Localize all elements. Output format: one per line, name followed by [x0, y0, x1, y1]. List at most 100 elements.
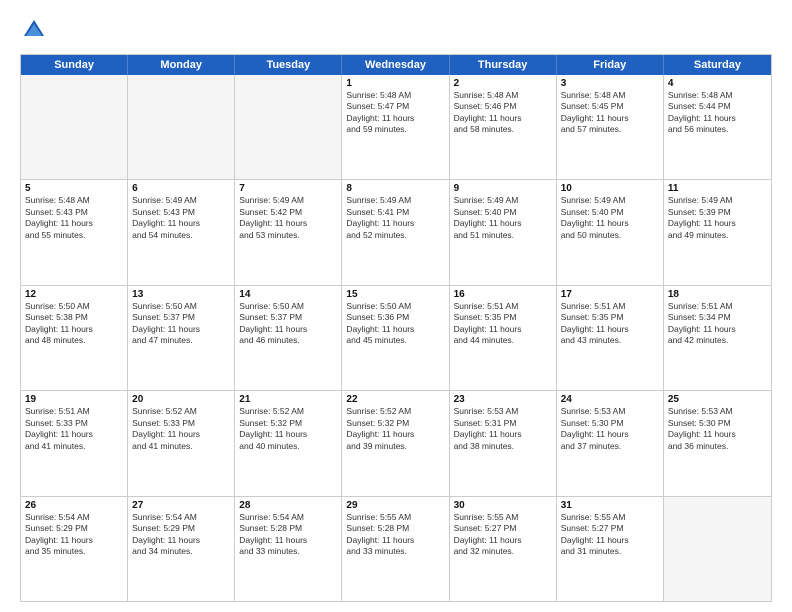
header: [20, 16, 772, 44]
day-number: 11: [668, 183, 767, 194]
day-details: Sunrise: 5:50 AM Sunset: 5:38 PM Dayligh…: [25, 301, 123, 347]
calendar-day-3: 3Sunrise: 5:48 AM Sunset: 5:45 PM Daylig…: [557, 75, 664, 179]
day-details: Sunrise: 5:48 AM Sunset: 5:46 PM Dayligh…: [454, 90, 552, 136]
day-number: 24: [561, 394, 659, 405]
calendar-day-5: 5Sunrise: 5:48 AM Sunset: 5:43 PM Daylig…: [21, 180, 128, 284]
calendar-day-25: 25Sunrise: 5:53 AM Sunset: 5:30 PM Dayli…: [664, 391, 771, 495]
calendar-cell-empty: [664, 497, 771, 601]
day-number: 27: [132, 500, 230, 511]
calendar-day-12: 12Sunrise: 5:50 AM Sunset: 5:38 PM Dayli…: [21, 286, 128, 390]
calendar-day-9: 9Sunrise: 5:49 AM Sunset: 5:40 PM Daylig…: [450, 180, 557, 284]
day-number: 1: [346, 78, 444, 89]
calendar-day-17: 17Sunrise: 5:51 AM Sunset: 5:35 PM Dayli…: [557, 286, 664, 390]
day-details: Sunrise: 5:51 AM Sunset: 5:34 PM Dayligh…: [668, 301, 767, 347]
day-details: Sunrise: 5:54 AM Sunset: 5:28 PM Dayligh…: [239, 512, 337, 558]
day-details: Sunrise: 5:55 AM Sunset: 5:27 PM Dayligh…: [454, 512, 552, 558]
day-number: 21: [239, 394, 337, 405]
day-details: Sunrise: 5:48 AM Sunset: 5:45 PM Dayligh…: [561, 90, 659, 136]
day-details: Sunrise: 5:51 AM Sunset: 5:35 PM Dayligh…: [454, 301, 552, 347]
calendar-day-19: 19Sunrise: 5:51 AM Sunset: 5:33 PM Dayli…: [21, 391, 128, 495]
calendar-day-7: 7Sunrise: 5:49 AM Sunset: 5:42 PM Daylig…: [235, 180, 342, 284]
day-number: 23: [454, 394, 552, 405]
day-details: Sunrise: 5:54 AM Sunset: 5:29 PM Dayligh…: [132, 512, 230, 558]
day-details: Sunrise: 5:52 AM Sunset: 5:32 PM Dayligh…: [239, 406, 337, 452]
logo-icon: [20, 16, 48, 44]
day-number: 18: [668, 289, 767, 300]
calendar-day-29: 29Sunrise: 5:55 AM Sunset: 5:28 PM Dayli…: [342, 497, 449, 601]
day-number: 28: [239, 500, 337, 511]
calendar-day-28: 28Sunrise: 5:54 AM Sunset: 5:28 PM Dayli…: [235, 497, 342, 601]
day-details: Sunrise: 5:53 AM Sunset: 5:30 PM Dayligh…: [668, 406, 767, 452]
day-details: Sunrise: 5:50 AM Sunset: 5:37 PM Dayligh…: [132, 301, 230, 347]
day-details: Sunrise: 5:53 AM Sunset: 5:31 PM Dayligh…: [454, 406, 552, 452]
day-details: Sunrise: 5:49 AM Sunset: 5:40 PM Dayligh…: [454, 195, 552, 241]
calendar-day-26: 26Sunrise: 5:54 AM Sunset: 5:29 PM Dayli…: [21, 497, 128, 601]
calendar-day-15: 15Sunrise: 5:50 AM Sunset: 5:36 PM Dayli…: [342, 286, 449, 390]
day-number: 20: [132, 394, 230, 405]
page: SundayMondayTuesdayWednesdayThursdayFrid…: [0, 0, 792, 612]
day-details: Sunrise: 5:55 AM Sunset: 5:27 PM Dayligh…: [561, 512, 659, 558]
calendar-week-2: 5Sunrise: 5:48 AM Sunset: 5:43 PM Daylig…: [21, 180, 771, 285]
calendar-cell-empty: [21, 75, 128, 179]
day-details: Sunrise: 5:49 AM Sunset: 5:42 PM Dayligh…: [239, 195, 337, 241]
day-details: Sunrise: 5:49 AM Sunset: 5:41 PM Dayligh…: [346, 195, 444, 241]
calendar-day-23: 23Sunrise: 5:53 AM Sunset: 5:31 PM Dayli…: [450, 391, 557, 495]
weekday-header-monday: Monday: [128, 55, 235, 75]
day-number: 4: [668, 78, 767, 89]
day-details: Sunrise: 5:52 AM Sunset: 5:33 PM Dayligh…: [132, 406, 230, 452]
calendar-day-24: 24Sunrise: 5:53 AM Sunset: 5:30 PM Dayli…: [557, 391, 664, 495]
calendar-day-4: 4Sunrise: 5:48 AM Sunset: 5:44 PM Daylig…: [664, 75, 771, 179]
day-number: 16: [454, 289, 552, 300]
calendar-day-30: 30Sunrise: 5:55 AM Sunset: 5:27 PM Dayli…: [450, 497, 557, 601]
calendar-day-11: 11Sunrise: 5:49 AM Sunset: 5:39 PM Dayli…: [664, 180, 771, 284]
calendar-week-1: 1Sunrise: 5:48 AM Sunset: 5:47 PM Daylig…: [21, 75, 771, 180]
day-number: 10: [561, 183, 659, 194]
day-number: 29: [346, 500, 444, 511]
calendar-cell-empty: [235, 75, 342, 179]
day-number: 25: [668, 394, 767, 405]
day-number: 15: [346, 289, 444, 300]
calendar-day-6: 6Sunrise: 5:49 AM Sunset: 5:43 PM Daylig…: [128, 180, 235, 284]
calendar-day-22: 22Sunrise: 5:52 AM Sunset: 5:32 PM Dayli…: [342, 391, 449, 495]
day-details: Sunrise: 5:50 AM Sunset: 5:36 PM Dayligh…: [346, 301, 444, 347]
calendar-day-31: 31Sunrise: 5:55 AM Sunset: 5:27 PM Dayli…: [557, 497, 664, 601]
logo: [20, 16, 52, 44]
calendar-day-1: 1Sunrise: 5:48 AM Sunset: 5:47 PM Daylig…: [342, 75, 449, 179]
calendar: SundayMondayTuesdayWednesdayThursdayFrid…: [20, 54, 772, 602]
calendar-day-18: 18Sunrise: 5:51 AM Sunset: 5:34 PM Dayli…: [664, 286, 771, 390]
day-details: Sunrise: 5:48 AM Sunset: 5:47 PM Dayligh…: [346, 90, 444, 136]
day-details: Sunrise: 5:49 AM Sunset: 5:39 PM Dayligh…: [668, 195, 767, 241]
day-details: Sunrise: 5:49 AM Sunset: 5:40 PM Dayligh…: [561, 195, 659, 241]
calendar-day-27: 27Sunrise: 5:54 AM Sunset: 5:29 PM Dayli…: [128, 497, 235, 601]
day-number: 19: [25, 394, 123, 405]
day-details: Sunrise: 5:48 AM Sunset: 5:44 PM Dayligh…: [668, 90, 767, 136]
day-number: 3: [561, 78, 659, 89]
day-details: Sunrise: 5:55 AM Sunset: 5:28 PM Dayligh…: [346, 512, 444, 558]
day-number: 26: [25, 500, 123, 511]
day-number: 22: [346, 394, 444, 405]
calendar-day-2: 2Sunrise: 5:48 AM Sunset: 5:46 PM Daylig…: [450, 75, 557, 179]
day-details: Sunrise: 5:50 AM Sunset: 5:37 PM Dayligh…: [239, 301, 337, 347]
day-number: 8: [346, 183, 444, 194]
day-number: 7: [239, 183, 337, 194]
weekday-header-wednesday: Wednesday: [342, 55, 449, 75]
day-number: 17: [561, 289, 659, 300]
day-details: Sunrise: 5:51 AM Sunset: 5:35 PM Dayligh…: [561, 301, 659, 347]
calendar-day-20: 20Sunrise: 5:52 AM Sunset: 5:33 PM Dayli…: [128, 391, 235, 495]
day-number: 13: [132, 289, 230, 300]
calendar-week-5: 26Sunrise: 5:54 AM Sunset: 5:29 PM Dayli…: [21, 497, 771, 601]
weekday-header-sunday: Sunday: [21, 55, 128, 75]
day-details: Sunrise: 5:48 AM Sunset: 5:43 PM Dayligh…: [25, 195, 123, 241]
day-details: Sunrise: 5:54 AM Sunset: 5:29 PM Dayligh…: [25, 512, 123, 558]
calendar-week-4: 19Sunrise: 5:51 AM Sunset: 5:33 PM Dayli…: [21, 391, 771, 496]
day-number: 31: [561, 500, 659, 511]
day-details: Sunrise: 5:51 AM Sunset: 5:33 PM Dayligh…: [25, 406, 123, 452]
calendar-day-16: 16Sunrise: 5:51 AM Sunset: 5:35 PM Dayli…: [450, 286, 557, 390]
calendar-day-21: 21Sunrise: 5:52 AM Sunset: 5:32 PM Dayli…: [235, 391, 342, 495]
calendar-header: SundayMondayTuesdayWednesdayThursdayFrid…: [21, 55, 771, 75]
weekday-header-saturday: Saturday: [664, 55, 771, 75]
calendar-day-10: 10Sunrise: 5:49 AM Sunset: 5:40 PM Dayli…: [557, 180, 664, 284]
weekday-header-tuesday: Tuesday: [235, 55, 342, 75]
day-number: 6: [132, 183, 230, 194]
day-number: 9: [454, 183, 552, 194]
